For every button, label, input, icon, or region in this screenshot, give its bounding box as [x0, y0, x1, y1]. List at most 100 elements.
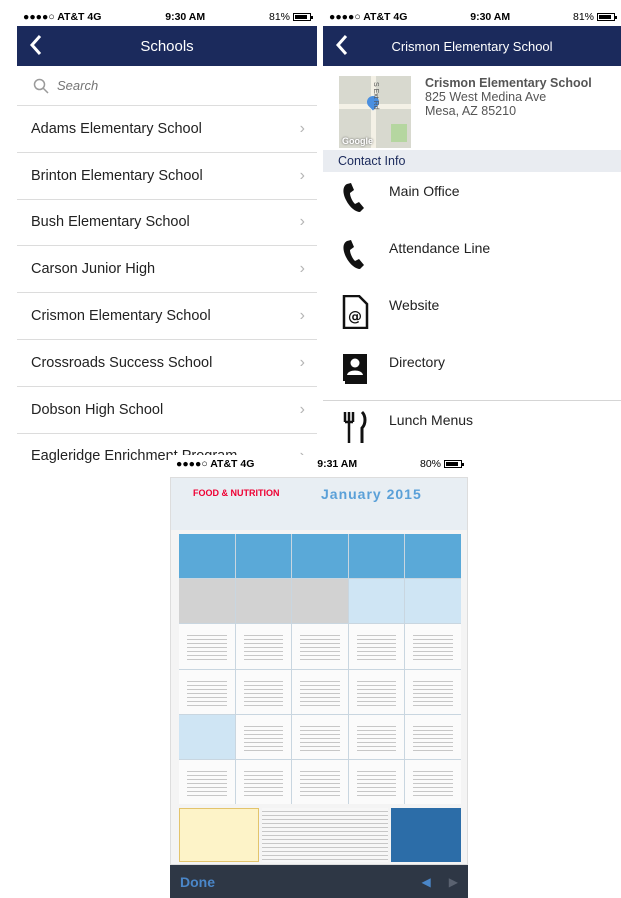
menu-calendar-grid — [179, 534, 461, 804]
grid-cell — [292, 759, 348, 804]
list-item-school[interactable]: Crismon Elementary School › — [17, 293, 317, 340]
grid-cell — [348, 669, 405, 714]
battery-status: 80% — [419, 458, 464, 470]
grid-cell — [179, 624, 235, 669]
contact-lunch-menus[interactable]: Lunch Menus — [323, 401, 621, 458]
grid-cell — [179, 714, 235, 759]
battery-status: 81% — [572, 11, 617, 23]
grid-cell — [179, 579, 235, 624]
clock: 9:31 AM — [317, 458, 358, 470]
school-name: Brinton Elementary School — [31, 167, 203, 184]
school-name: Crossroads Success School — [31, 354, 213, 371]
grid-cell — [405, 759, 461, 804]
battery-icon — [444, 460, 464, 468]
section-header: Contact Info — [323, 150, 621, 172]
school-name: Crismon Elementary School — [31, 308, 211, 325]
nav-bar: Crismon Elementary School — [323, 26, 621, 66]
search-bar[interactable] — [17, 66, 317, 106]
grid-cell — [405, 714, 461, 759]
chevron-left-icon — [335, 35, 348, 55]
list-item-school[interactable]: Dobson High School › — [17, 387, 317, 434]
chevron-right-icon: › — [299, 260, 305, 278]
battery-percent: 81% — [572, 11, 594, 23]
next-icon[interactable]: ▶ — [449, 875, 458, 889]
grid-cell — [405, 624, 461, 669]
contact-label: Directory — [389, 354, 446, 370]
page-title: Crismon Elementary School — [391, 38, 553, 54]
grid-cell — [235, 669, 292, 714]
contact-attendance-line[interactable]: Attendance Line — [323, 229, 621, 286]
contact-main-office[interactable]: Main Office — [323, 172, 621, 229]
phone-icon — [339, 237, 371, 273]
school-detail-screen: ●●●●○ AT&T 4G 9:30 AM 81% Crismon Elemen… — [323, 8, 621, 463]
done-button[interactable]: Done — [180, 874, 215, 890]
grid-cell — [405, 579, 461, 624]
battery-icon — [597, 13, 617, 21]
clock: 9:30 AM — [470, 11, 511, 23]
menu-footer-text — [262, 808, 388, 862]
contact-label: Website — [389, 297, 440, 313]
carrier-label: ●●●●○ AT&T 4G — [329, 11, 408, 23]
chevron-right-icon: › — [299, 400, 305, 418]
contact-website[interactable]: @ Website — [323, 286, 621, 343]
school-name: Adams Elementary School — [31, 120, 202, 137]
school-name: Carson Junior High — [31, 261, 156, 278]
grid-cell — [348, 714, 405, 759]
list-item-school[interactable]: Carson Junior High › — [17, 246, 317, 294]
web-document-icon: @ — [339, 294, 371, 330]
grid-cell — [348, 579, 405, 624]
svg-text:@: @ — [348, 309, 362, 325]
status-bar: ●●●●○ AT&T 4G 9:30 AM 81% — [17, 8, 317, 26]
status-bar: ●●●●○ AT&T 4G 9:31 AM 80% — [170, 455, 468, 473]
search-input[interactable] — [57, 78, 257, 93]
directory-book-icon — [339, 351, 371, 387]
school-name: Dobson High School — [31, 401, 164, 418]
menu-month: January 2015 — [321, 486, 422, 502]
list-item-school[interactable]: Bush Elementary School › — [17, 200, 317, 247]
map-park — [391, 124, 407, 142]
status-bar: ●●●●○ AT&T 4G 9:30 AM 81% — [323, 8, 621, 26]
toolbar-actions: ◀ ▶ — [422, 875, 458, 889]
grid-cell — [235, 579, 292, 624]
contact-label: Attendance Line — [389, 240, 491, 256]
school-header: S Ext Rd Google Crismon Elementary Schoo… — [323, 66, 621, 150]
school-name: Crismon Elementary School — [425, 76, 592, 90]
menu-document[interactable]: FOOD & NUTRITION January 2015 — [170, 477, 468, 865]
clock: 9:30 AM — [165, 11, 206, 23]
grid-cell — [235, 759, 292, 804]
back-button[interactable] — [29, 34, 43, 56]
school-name: Bush Elementary School — [31, 214, 190, 231]
contact-directory[interactable]: Directory — [323, 343, 621, 400]
map-street-label: S Ext Rd — [372, 82, 379, 110]
grid-cell — [292, 579, 348, 624]
list-item-school[interactable]: Adams Elementary School › — [17, 106, 317, 153]
contact-label: Main Office — [389, 183, 460, 199]
phone-icon — [339, 180, 371, 216]
share-icon[interactable]: ◀ — [422, 875, 431, 889]
carrier-label: ●●●●○ AT&T 4G — [23, 11, 102, 23]
menu-footer — [179, 808, 461, 862]
grid-cell — [179, 759, 235, 804]
school-list: Adams Elementary School › Brinton Element… — [17, 106, 317, 463]
nav-bar: Schools — [17, 26, 317, 66]
grid-header — [348, 534, 405, 579]
grid-cell — [292, 669, 348, 714]
back-button[interactable] — [335, 34, 349, 56]
list-item-school[interactable]: Brinton Elementary School › — [17, 153, 317, 200]
search-icon — [33, 78, 49, 94]
grid-cell — [405, 669, 461, 714]
grid-header — [179, 534, 235, 579]
fork-knife-icon — [339, 409, 371, 445]
grid-cell — [292, 714, 348, 759]
lunch-menu-viewer: ●●●●○ AT&T 4G 9:31 AM 80% FOOD & NUTRITI… — [170, 455, 468, 898]
grid-cell — [235, 714, 292, 759]
battery-percent: 80% — [419, 458, 441, 470]
menu-brand: FOOD & NUTRITION — [193, 488, 280, 498]
grid-cell — [179, 669, 235, 714]
grid-cell — [348, 759, 405, 804]
battery-percent: 81% — [268, 11, 290, 23]
list-item-school[interactable]: Crossroads Success School › — [17, 340, 317, 387]
city-state-zip: Mesa, AZ 85210 — [425, 104, 517, 118]
map-thumbnail[interactable]: S Ext Rd Google — [339, 76, 411, 148]
grid-header — [292, 534, 348, 579]
